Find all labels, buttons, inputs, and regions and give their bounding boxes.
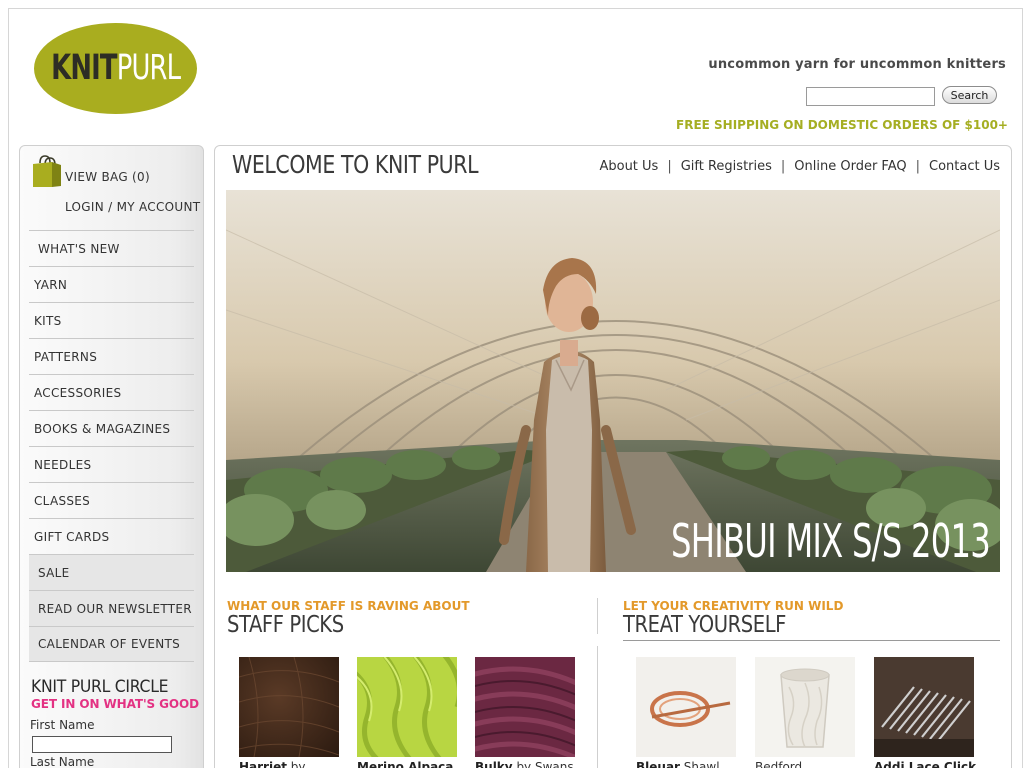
- last-name-label: Last Name: [30, 755, 95, 768]
- nav-online-order-faq[interactable]: Online Order FAQ: [794, 159, 906, 174]
- product-by: by: [290, 760, 306, 768]
- free-shipping-banner: FREE SHIPPING ON DOMESTIC ORDERS OF $100…: [676, 118, 1008, 132]
- product-name: Bleuar: [636, 760, 680, 768]
- hero-caption: SHIBUI MIX S/S 2013: [670, 514, 991, 568]
- product-thumb-bleuar-shawl-pin[interactable]: [636, 657, 736, 757]
- product-caption[interactable]: Bulky by Swans: [475, 760, 574, 768]
- staff-picks-kicker: WHAT OUR STAFF IS RAVING ABOUT: [227, 599, 470, 613]
- product-thumb-bedford-cup[interactable]: [755, 657, 855, 757]
- yarn-texture-image: [475, 666, 575, 757]
- sidebar-item-needles[interactable]: NEEDLES: [29, 446, 194, 482]
- search-input[interactable]: [806, 87, 935, 106]
- sidebar-item-sale[interactable]: SALE: [29, 554, 194, 590]
- logo-knit-text: KNIT: [50, 48, 117, 88]
- knit-purl-circle-subtitle: GET IN ON WHAT'S GOOD: [31, 697, 199, 711]
- ceramic-cup-image: [780, 668, 830, 748]
- treat-yourself-kicker: LET YOUR CREATIVITY RUN WILD: [623, 599, 844, 613]
- staff-picks-title: STAFF PICKS: [227, 612, 344, 638]
- tagline: uncommon yarn for uncommon knitters: [708, 57, 1006, 72]
- product-by: Bedford: [755, 760, 803, 768]
- sidebar-item-label: BOOKS & MAGAZINES: [34, 421, 171, 436]
- product-thumb-bulky[interactable]: [475, 657, 575, 757]
- nav-separator: |: [915, 159, 920, 174]
- sidebar-item-label: GIFT CARDS: [34, 529, 110, 544]
- nav-separator: |: [667, 159, 672, 174]
- sidebar-item-label: NEEDLES: [34, 457, 92, 472]
- sidebar-item-gift-cards[interactable]: GIFT CARDS: [29, 518, 194, 554]
- sidebar-item-patterns[interactable]: PATTERNS: [29, 338, 194, 374]
- product-thumb-addi-lace-click[interactable]: [874, 657, 974, 757]
- treat-yourself-title: TREAT YOURSELF: [623, 612, 787, 638]
- nav-gift-registries[interactable]: Gift Registries: [681, 159, 772, 174]
- sidebar-item-accessories[interactable]: ACCESSORIES: [29, 374, 194, 410]
- first-name-label: First Name: [30, 718, 95, 732]
- login-account-link[interactable]: LOGIN / MY ACCOUNT: [65, 200, 200, 214]
- nav-about-us[interactable]: About Us: [599, 159, 658, 174]
- section-divider: [597, 646, 598, 768]
- search-button[interactable]: Search: [942, 86, 997, 104]
- sidebar-item-label: YARN: [34, 277, 68, 292]
- hero-banner[interactable]: SHIBUI MIX S/S 2013: [226, 190, 1000, 572]
- sidebar-item-label: SALE: [38, 565, 70, 580]
- sidebar-item-books-magazines[interactable]: BOOKS & MAGAZINES: [29, 410, 194, 446]
- product-caption[interactable]: Harriet by: [239, 760, 306, 768]
- top-nav: About Us | Gift Registries | Online Orde…: [599, 159, 1000, 174]
- sidebar-item-label: ACCESSORIES: [34, 385, 122, 400]
- sidebar-item-label: CLASSES: [34, 493, 91, 508]
- product-thumb-harriet[interactable]: [239, 657, 339, 757]
- view-bag-link[interactable]: VIEW BAG (0): [65, 170, 150, 184]
- nav-separator: |: [780, 159, 786, 174]
- sidebar-item-label: WHAT'S NEW: [38, 241, 120, 256]
- product-name: Harriet: [239, 760, 287, 768]
- sidebar-item-label: PATTERNS: [34, 349, 98, 364]
- product-by: Shawl: [683, 760, 720, 768]
- product-caption[interactable]: Addi Lace Click: [874, 760, 976, 768]
- product-by: by Swans: [516, 760, 574, 768]
- sidebar-item-calendar[interactable]: CALENDAR OF EVENTS: [29, 626, 194, 662]
- product-caption[interactable]: Merino Alpaca: [357, 760, 453, 768]
- section-divider: [597, 598, 598, 634]
- product-thumb-merino-alpaca[interactable]: [357, 657, 457, 757]
- product-name: Merino Alpaca: [357, 760, 454, 768]
- knit-purl-circle-title: KNIT PURL CIRCLE: [31, 677, 169, 697]
- sidebar-item-label: KITS: [34, 313, 62, 328]
- sidebar-nav: WHAT'S NEW YARN KITS PATTERNS ACCESSORIE…: [29, 230, 194, 662]
- nav-contact-us[interactable]: Contact Us: [929, 159, 1000, 174]
- sidebar-item-label: CALENDAR OF EVENTS: [38, 637, 181, 651]
- product-name: Bulky: [475, 760, 513, 768]
- knitting-needles-image: [874, 686, 974, 757]
- product-name: Addi Lace Click: [874, 760, 977, 768]
- section-underline: [623, 640, 1000, 641]
- knit-purl-logo[interactable]: KNIT PURL: [34, 23, 197, 114]
- sidebar-item-yarn[interactable]: YARN: [29, 266, 194, 302]
- shawl-pin-image: [650, 691, 731, 727]
- sidebar-item-whats-new[interactable]: WHAT'S NEW: [29, 230, 194, 266]
- shopping-bag-icon[interactable]: [32, 154, 62, 188]
- page-title: WELCOME TO KNIT PURL: [232, 150, 479, 179]
- sidebar-item-kits[interactable]: KITS: [29, 302, 194, 338]
- product-caption[interactable]: Bedford: [755, 760, 802, 768]
- sidebar-item-label: READ OUR NEWSLETTER: [38, 601, 192, 616]
- sidebar-item-newsletter[interactable]: READ OUR NEWSLETTER: [29, 590, 194, 626]
- logo-purl-text: PURL: [116, 48, 181, 88]
- first-name-field[interactable]: [32, 736, 172, 753]
- yarn-texture-image: [239, 657, 339, 757]
- yarn-texture-image: [357, 657, 457, 757]
- sidebar-item-classes[interactable]: CLASSES: [29, 482, 194, 518]
- product-caption[interactable]: Bleuar Shawl: [636, 760, 720, 768]
